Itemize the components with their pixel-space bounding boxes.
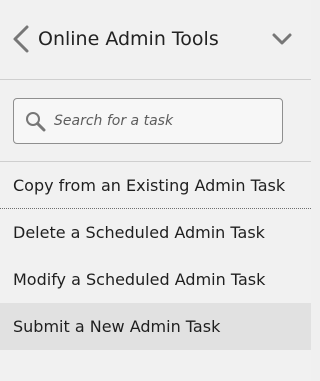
search-section	[0, 80, 311, 162]
page-title: Online Admin Tools	[38, 28, 219, 50]
search-icon	[26, 112, 46, 132]
task-item-delete-scheduled[interactable]: Delete a Scheduled Admin Task	[0, 209, 311, 256]
back-icon[interactable]	[10, 22, 32, 56]
task-item-modify-scheduled[interactable]: Modify a Scheduled Admin Task	[0, 256, 311, 303]
search-input[interactable]	[54, 99, 276, 143]
chevron-down-icon[interactable]	[270, 28, 294, 50]
task-label: Submit a New Admin Task	[13, 317, 221, 336]
task-label: Modify a Scheduled Admin Task	[13, 270, 266, 289]
task-list: Copy from an Existing Admin Task Delete …	[0, 162, 311, 350]
task-item-copy-existing[interactable]: Copy from an Existing Admin Task	[0, 162, 311, 209]
admin-tools-panel: Online Admin Tools Copy from an Existing…	[0, 0, 311, 381]
task-label: Delete a Scheduled Admin Task	[13, 223, 265, 242]
search-box[interactable]	[13, 98, 283, 144]
task-item-submit-new[interactable]: Submit a New Admin Task	[0, 303, 311, 350]
panel-header: Online Admin Tools	[0, 0, 311, 80]
task-label: Copy from an Existing Admin Task	[13, 176, 286, 195]
